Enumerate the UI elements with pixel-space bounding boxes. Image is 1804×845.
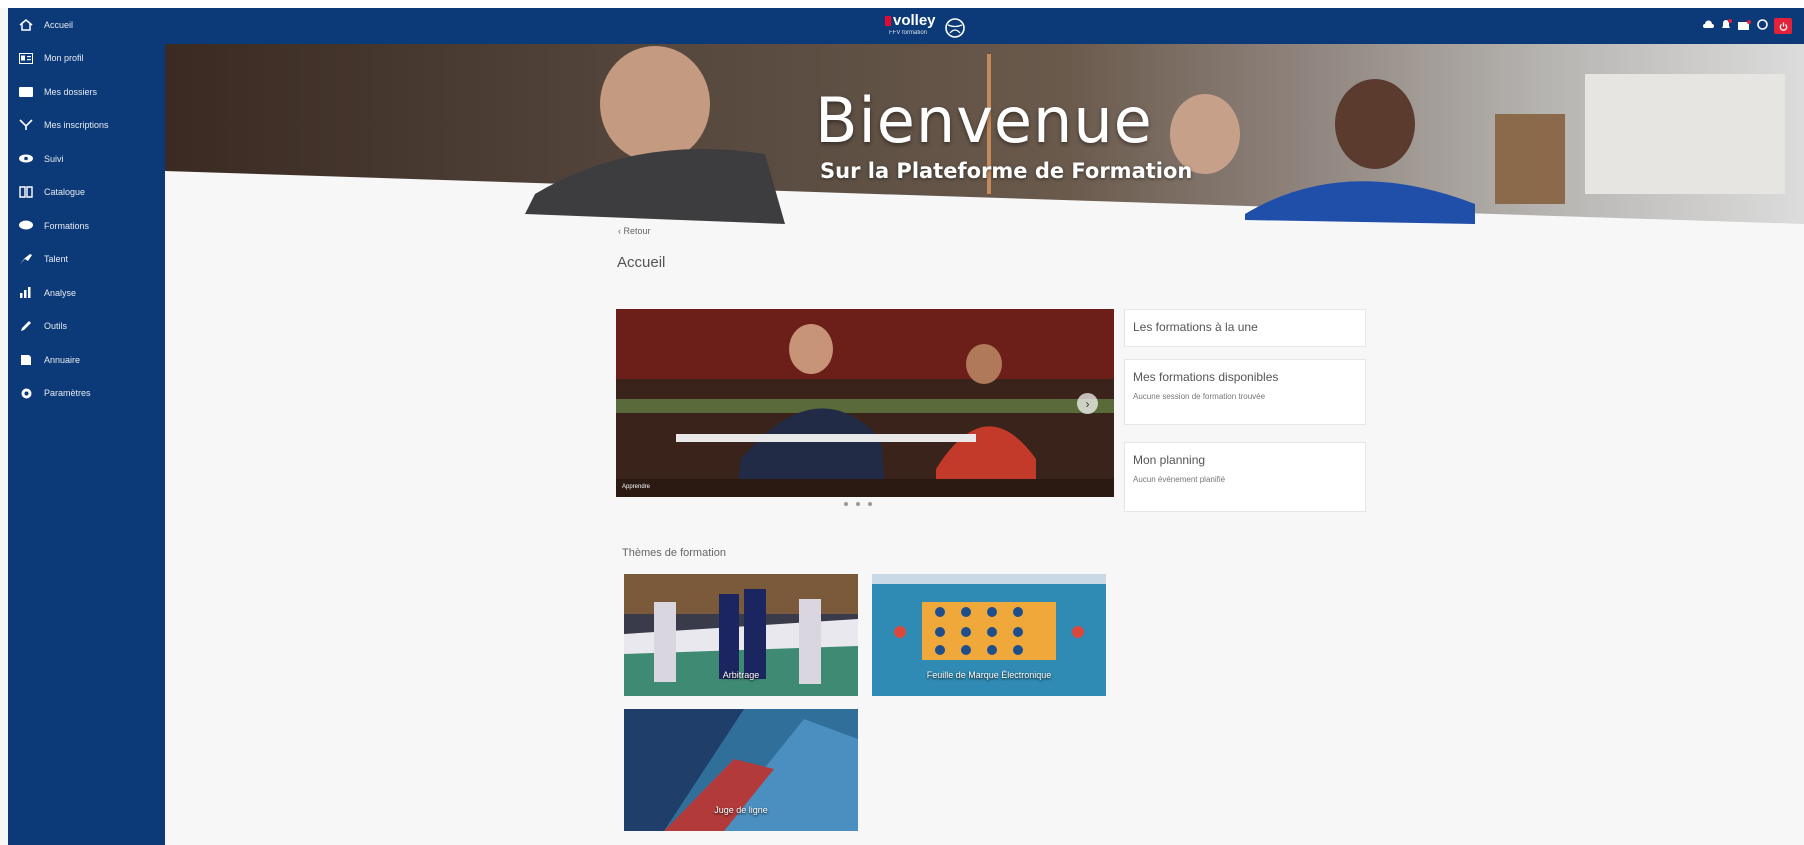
carousel-dot[interactable] (844, 502, 848, 506)
cloud-icon[interactable] (1702, 20, 1714, 32)
back-link[interactable]: ‹ Retour (618, 226, 651, 236)
theme-tile-arbitrage[interactable]: Arbitrage (624, 574, 858, 696)
card-title: Mes formations disponibles (1133, 370, 1279, 384)
theme-tile-juge-de-ligne[interactable]: Juge de ligne (624, 709, 858, 831)
graduation-icon (16, 119, 36, 131)
notification-icon[interactable] (1720, 19, 1732, 33)
page-title: Accueil (617, 254, 666, 271)
pencil-icon (16, 320, 36, 332)
themes-heading: Thèmes de formation (622, 547, 726, 559)
gear-icon (16, 387, 36, 400)
brush-icon (16, 253, 36, 265)
sidebar-item-profil[interactable]: Mon profil (8, 42, 165, 76)
eye-icon (16, 154, 36, 163)
app-frame: Accueil Mon profil Mes dossiers Mes insc… (0, 8, 1804, 845)
sidebar-item-analyse[interactable]: Analyse (8, 276, 165, 310)
welcome-subtitle: Sur la Plateforme de Formation (820, 159, 1193, 183)
folder-icon (16, 86, 36, 98)
carousel-dot[interactable] (856, 502, 860, 506)
back-label: Retour (623, 226, 651, 236)
sidebar-item-parametres[interactable]: Paramètres (8, 377, 165, 411)
carousel-pagination (844, 502, 872, 506)
sidebar-item-label: Outils (44, 321, 68, 332)
theme-label: Feuille de Marque Électronique (926, 670, 1052, 680)
book-icon (16, 186, 36, 198)
logo-text: volley (885, 12, 936, 29)
sidebar-item-label: Talent (44, 254, 69, 265)
card-body: Aucun événement planifié (1133, 475, 1226, 484)
sidebar-item-label: Mes inscriptions (44, 120, 109, 131)
sidebar-item-formations[interactable]: Formations (8, 209, 165, 243)
card-title: Mon planning (1133, 453, 1206, 467)
ffvolley-logo[interactable]: volley FFV formation (885, 12, 995, 40)
sidebar-item-dossiers[interactable]: Mes dossiers (8, 75, 165, 109)
sidebar-item-accueil[interactable]: Accueil (8, 8, 165, 42)
sidebar-item-label: Catalogue (44, 187, 86, 198)
directory-icon (16, 354, 36, 366)
logo-subtitle: FFV formation (889, 30, 928, 36)
sidebar-item-label: Suivi (44, 153, 64, 164)
sidebar-item-label: Analyse (44, 287, 77, 298)
sidebar: Accueil Mon profil Mes dossiers Mes insc… (8, 8, 165, 845)
card-planning[interactable]: Mon planning Aucun événement planifié (1124, 442, 1366, 512)
profile-icon (16, 52, 36, 64)
welcome-title: Bienvenue (815, 84, 1153, 157)
sidebar-item-label: Annuaire (44, 354, 81, 365)
chat-icon (16, 220, 36, 231)
sidebar-item-annuaire[interactable]: Annuaire (8, 343, 165, 377)
card-featured-formations[interactable]: Les formations à la une (1124, 309, 1366, 347)
sidebar-item-label: Formations (44, 220, 90, 231)
carousel-next-button[interactable]: › (1077, 393, 1098, 414)
top-bar: volley FFV formation (165, 8, 1804, 44)
sidebar-item-label: Accueil (44, 19, 74, 30)
welcome-banner: Bienvenue Sur la Plateforme de Formation (165, 44, 1804, 254)
chart-icon (16, 287, 36, 299)
volleyball-icon (945, 18, 965, 42)
sidebar-item-catalogue[interactable]: Catalogue (8, 176, 165, 210)
sidebar-item-label: Mon profil (44, 53, 84, 64)
mail-icon[interactable] (1738, 19, 1751, 33)
sidebar-item-inscriptions[interactable]: Mes inscriptions (8, 109, 165, 143)
card-body: Aucune session de formation trouvée (1133, 392, 1266, 401)
help-icon[interactable] (1757, 19, 1768, 33)
header-actions (1702, 18, 1792, 34)
home-icon (16, 18, 36, 31)
power-icon[interactable] (1774, 18, 1792, 34)
sidebar-item-suivi[interactable]: Suivi (8, 142, 165, 176)
card-title: Les formations à la une (1133, 320, 1258, 334)
theme-tile-feuille-de-marque[interactable]: Feuille de Marque Électronique (872, 574, 1106, 696)
sidebar-item-outils[interactable]: Outils (8, 310, 165, 344)
carousel-dot[interactable] (868, 502, 872, 506)
card-available-formations[interactable]: Mes formations disponibles Aucune sessio… (1124, 359, 1366, 425)
carousel-caption: Apprendre (622, 484, 651, 490)
theme-label: Juge de ligne (714, 805, 768, 815)
carousel-image (616, 309, 1114, 497)
sidebar-item-talent[interactable]: Talent (8, 243, 165, 277)
featured-carousel[interactable] (616, 309, 1114, 497)
sidebar-item-label: Paramètres (44, 388, 91, 399)
sidebar-item-label: Mes dossiers (44, 86, 98, 97)
theme-label: Arbitrage (722, 670, 760, 680)
